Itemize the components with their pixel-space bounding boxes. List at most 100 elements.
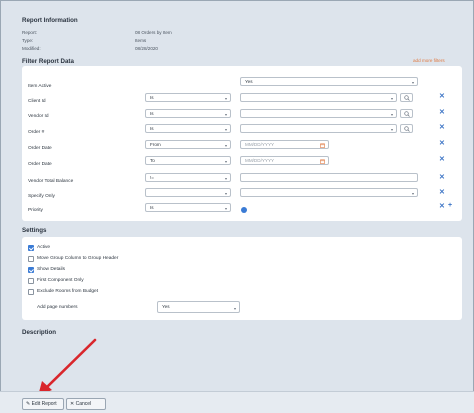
settings-title: Settings (22, 227, 47, 234)
priority-operator: Is (150, 205, 154, 210)
calendar-icon[interactable] (320, 143, 325, 148)
item-active-value: Yes (245, 79, 253, 84)
calendar-icon[interactable] (320, 159, 325, 164)
chevron-down-icon: ▾ (224, 127, 227, 132)
order-number-value-select[interactable]: ▾ (240, 124, 397, 133)
specify-only-operator-select[interactable]: ▾ (145, 188, 231, 197)
order-date-from-operator-select[interactable]: From ▾ (145, 140, 231, 149)
filter-label-client-id: Client Id (28, 99, 46, 104)
show-details-label: Show Details (37, 267, 65, 272)
modified-label: Modified: (22, 46, 41, 51)
chevron-down-icon: ▾ (224, 96, 227, 101)
specify-only-value-select[interactable]: ▾ (240, 188, 418, 197)
add-more-filters-link[interactable]: add more filters (413, 58, 445, 63)
filter-label-order-number: Order # (28, 130, 45, 135)
cancel-button[interactable]: ✕ Cancel (66, 398, 106, 410)
item-active-select[interactable]: Yes ▾ (240, 77, 418, 86)
vendor-id-value-select[interactable]: ▾ (240, 109, 397, 118)
footer-bar: ✎ Edit Report ✕ Cancel (0, 391, 474, 413)
remove-filter-icon[interactable]: ✕ (439, 109, 445, 116)
order-date-from-placeholder: MM/DD/YYYY (245, 142, 275, 147)
chevron-down-icon: ▾ (411, 191, 414, 196)
chevron-down-icon: ▾ (390, 96, 393, 101)
order-date-to-placeholder: MM/DD/YYYY (245, 158, 275, 163)
first-component-only-checkbox[interactable] (28, 278, 34, 284)
remove-filter-icon[interactable]: ✕ (439, 203, 445, 210)
pencil-icon: ✎ (26, 401, 31, 407)
page-numbers-select[interactable]: Yes ▾ (157, 301, 240, 313)
filter-label-order-date-from: Order Date (28, 146, 52, 151)
vendor-total-balance-operator: != (150, 175, 154, 180)
vendor-total-balance-operator-select[interactable]: != ▾ (145, 173, 231, 182)
filter-label-specify-only: Specify Only (28, 194, 55, 199)
type-value: Items (135, 38, 147, 43)
active-label: Active (37, 245, 51, 250)
order-number-operator: Is (150, 126, 154, 131)
report-value: 08 Orders by Item (135, 30, 172, 35)
chevron-down-icon: ▾ (390, 112, 393, 117)
move-group-column-label: Move Group Column to Group Header (37, 256, 119, 261)
page-numbers-label: Add page numbers (37, 305, 78, 310)
edit-report-button[interactable]: ✎ Edit Report (22, 398, 64, 410)
vendor-id-search-button[interactable] (400, 109, 413, 118)
client-id-search-button[interactable] (400, 93, 413, 102)
chevron-down-icon: ▾ (224, 143, 227, 148)
filter-label-order-date-to: Order Date (28, 162, 52, 167)
show-details-checkbox[interactable] (28, 267, 34, 273)
vendor-id-operator: Is (150, 111, 154, 116)
report-label: Report: (22, 30, 38, 35)
filter-label-item-active: Item Active (28, 84, 52, 89)
add-filter-icon[interactable]: + (448, 202, 452, 209)
remove-filter-icon[interactable]: ✕ (439, 174, 445, 181)
order-date-to-input[interactable]: MM/DD/YYYY (240, 156, 329, 165)
filter-label-vendor-total-balance: Vendor Total Balance (28, 179, 74, 184)
remove-filter-icon[interactable]: ✕ (439, 156, 445, 163)
order-date-from-input[interactable]: MM/DD/YYYY (240, 140, 329, 149)
modified-value: 08/28/2020 (135, 46, 158, 51)
client-id-value-select[interactable]: ▾ (240, 93, 397, 102)
edit-report-label: Edit Report (31, 401, 57, 407)
active-checkbox[interactable] (28, 245, 34, 251)
description-title: Description (22, 329, 57, 336)
cancel-label: Cancel (75, 401, 92, 407)
order-date-to-operator-select[interactable]: To ▾ (145, 156, 231, 165)
filter-label-priority: Priority (28, 208, 43, 213)
type-label: Type: (22, 38, 34, 43)
remove-filter-icon[interactable]: ✕ (439, 189, 445, 196)
page-numbers-value: Yes (162, 304, 170, 309)
chevron-down-icon: ▾ (224, 191, 227, 196)
settings-card (22, 237, 462, 320)
chevron-down-icon: ▾ (233, 306, 236, 311)
red-arrow-annotation (38, 338, 97, 396)
filter-title: Filter Report Data (22, 58, 74, 65)
exclude-rooms-checkbox[interactable] (28, 289, 34, 295)
order-date-from-operator: From (150, 142, 161, 147)
chevron-down-icon: ▾ (224, 159, 227, 164)
vendor-total-balance-input[interactable] (240, 173, 418, 182)
priority-color-dot[interactable] (241, 207, 247, 213)
move-group-column-checkbox[interactable] (28, 256, 34, 262)
order-date-to-operator: To (150, 158, 155, 163)
order-number-search-button[interactable] (400, 124, 413, 133)
search-icon (404, 111, 410, 117)
remove-filter-icon[interactable]: ✕ (439, 124, 445, 131)
remove-filter-icon[interactable]: ✕ (439, 140, 445, 147)
filter-label-vendor-id: Vendor Id (28, 114, 49, 119)
client-id-operator: Is (150, 95, 154, 100)
remove-filter-icon[interactable]: ✕ (439, 93, 445, 100)
chevron-down-icon: ▾ (390, 127, 393, 132)
first-component-only-label: First Component Only (37, 278, 84, 283)
search-icon (404, 126, 410, 132)
vendor-id-operator-select[interactable]: Is ▾ (145, 109, 231, 118)
exclude-rooms-label: Exclude Rooms from Budget (37, 289, 99, 294)
chevron-down-icon: ▾ (411, 80, 414, 85)
search-icon (404, 95, 410, 101)
chevron-down-icon: ▾ (224, 176, 227, 181)
report-info-title: Report Information (22, 17, 78, 24)
close-icon: ✕ (70, 401, 75, 407)
client-id-operator-select[interactable]: Is ▾ (145, 93, 231, 102)
chevron-down-icon: ▾ (224, 112, 227, 117)
priority-operator-select[interactable]: Is ▾ (145, 203, 231, 212)
chevron-down-icon: ▾ (224, 206, 227, 211)
order-number-operator-select[interactable]: Is ▾ (145, 124, 231, 133)
